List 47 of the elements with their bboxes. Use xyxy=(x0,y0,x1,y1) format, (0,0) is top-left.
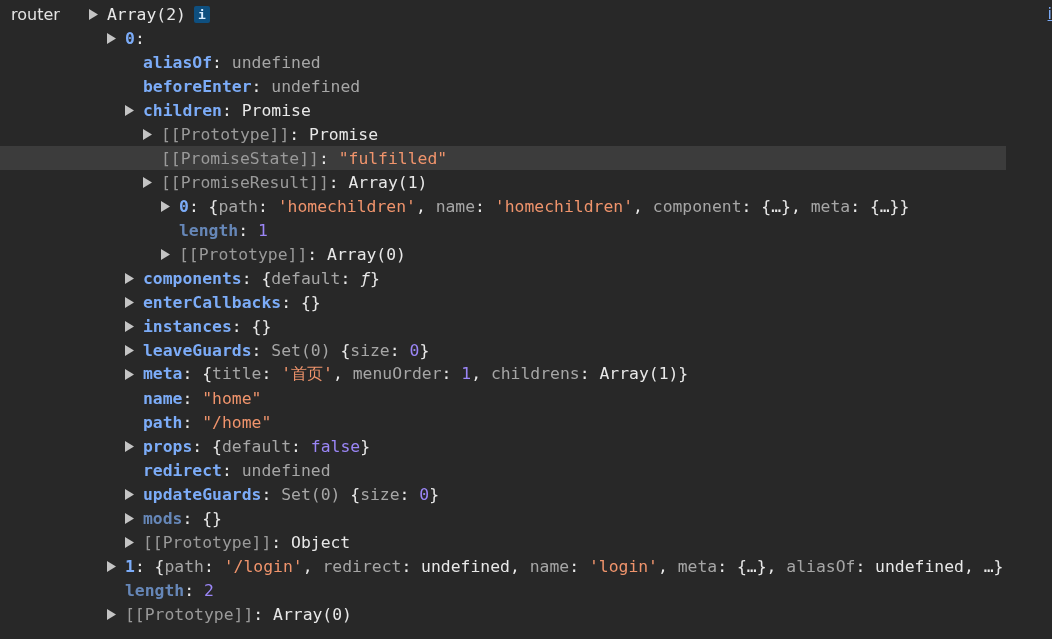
property-line: enterCallbacks: {} xyxy=(143,292,321,312)
property-line: [[PromiseResult]]: Array(1) xyxy=(161,172,428,192)
property-line: beforeEnter: undefined xyxy=(143,76,361,96)
property-line: name: "home" xyxy=(143,388,262,408)
property-line: mods: {} xyxy=(143,508,222,528)
expand-arrow-icon[interactable] xyxy=(161,248,170,260)
property-line: children: Promise xyxy=(143,100,311,120)
expand-arrow-icon[interactable] xyxy=(125,488,134,500)
expand-arrow-icon[interactable] xyxy=(107,560,116,572)
property-line: [[Prototype]]: Object xyxy=(143,532,351,552)
expand-arrow-icon[interactable] xyxy=(125,344,134,356)
property-line: [[Prototype]]: Promise xyxy=(161,124,379,144)
expand-arrow-icon[interactable] xyxy=(125,320,134,332)
expand-arrow-icon[interactable] xyxy=(107,32,116,44)
property-line: path: "/home" xyxy=(143,412,272,432)
expand-arrow-icon[interactable] xyxy=(125,440,134,452)
property-line: props: {default: false} xyxy=(143,436,370,456)
expand-arrow-icon[interactable] xyxy=(125,104,134,116)
expand-arrow-icon[interactable] xyxy=(125,272,134,284)
property-line: [[PromiseState]]: "fulfilled" xyxy=(161,148,448,168)
expand-arrow-icon[interactable] xyxy=(89,8,98,20)
property-line: 0: {path: 'homechildren', name: 'homechildren', component: {…}, meta: {…}} xyxy=(179,196,910,216)
property-line: leaveGuards: Set(0) {size: 0} xyxy=(143,340,430,360)
property-line: meta: {title: '首页', menuOrder: 1, childrens: Array(1)} xyxy=(143,363,689,385)
property-line: aliasOf: undefined xyxy=(143,52,321,72)
expand-arrow-icon[interactable] xyxy=(161,200,170,212)
expand-arrow-icon[interactable] xyxy=(143,176,152,188)
property-line: length: 2 xyxy=(125,580,214,600)
source-link[interactable]: i xyxy=(1047,4,1052,24)
expand-arrow-icon[interactable] xyxy=(107,608,116,620)
property-line: 0: xyxy=(125,28,145,48)
property-line: [[Prototype]]: Array(0) xyxy=(125,604,352,624)
expand-arrow-icon[interactable] xyxy=(125,368,134,380)
property-line: 1: {path: '/login', redirect: undefined, name: 'login', meta: {…}, aliasOf: undefined, …} xyxy=(125,556,1004,576)
property-line: instances: {} xyxy=(143,316,272,336)
property-line: updateGuards: Set(0) {size: 0} xyxy=(143,484,440,504)
expand-arrow-icon[interactable] xyxy=(143,128,152,140)
property-line: components: {default: ƒ} xyxy=(143,268,380,288)
property-line: redirect: undefined xyxy=(143,460,331,480)
expand-arrow-icon[interactable] xyxy=(125,536,134,548)
expand-arrow-icon[interactable] xyxy=(125,296,134,308)
property-line: length: 1 xyxy=(179,220,268,240)
expand-arrow-icon[interactable] xyxy=(125,512,134,524)
property-line: Array(2) xyxy=(107,4,186,24)
variable-label: router xyxy=(11,4,60,24)
property-line: [[Prototype]]: Array(0) xyxy=(179,244,406,264)
info-badge[interactable]: i xyxy=(193,5,210,23)
